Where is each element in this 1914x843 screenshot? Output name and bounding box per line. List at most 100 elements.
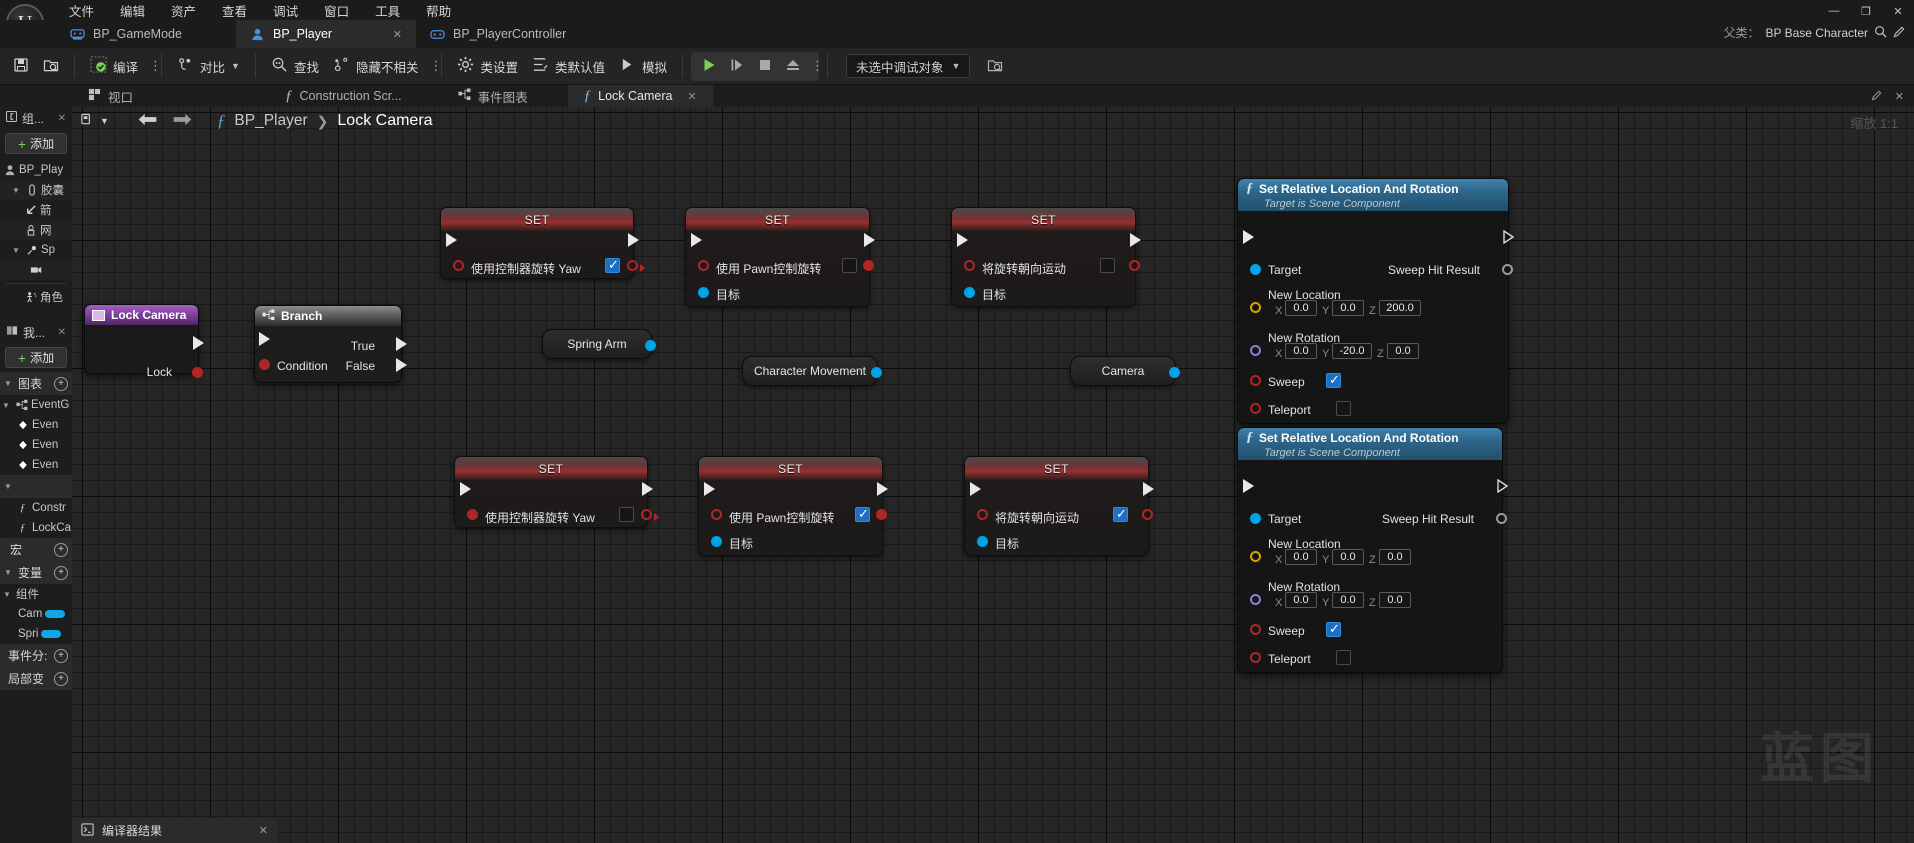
asset-tab-bp-playercontroller[interactable]: BP_PlayerController [416, 20, 596, 48]
compile-button[interactable]: 编译 [83, 53, 145, 79]
graph-item-event-1[interactable]: Even [0, 415, 72, 435]
stop-button[interactable] [751, 54, 779, 79]
pin-bool-in[interactable] [698, 260, 709, 271]
compile-options-button[interactable]: ⋮ [145, 59, 162, 73]
add-event-dispatcher-button[interactable]: + [54, 648, 68, 663]
new-rotation-z-input[interactable]: 0.0 [1379, 592, 1411, 608]
pin-component-out[interactable] [871, 367, 882, 378]
pin-exec-in[interactable] [259, 332, 270, 346]
node-set-use-controller-rotation-yaw-bottom[interactable]: SET 使用控制器旋转 Yaw [454, 456, 659, 528]
menu-item-help[interactable]: 帮助 [413, 0, 464, 22]
variable-item-camera[interactable]: Cam [0, 604, 72, 624]
doc-tab-lock-camera[interactable]: ƒ Lock Camera ✕ [567, 85, 713, 107]
new-rotation-x-input[interactable]: 0.0 [1285, 592, 1317, 608]
pin-bool-in[interactable] [977, 509, 988, 520]
node-set-use-pawn-control-rotation-top[interactable]: SET 使用 Pawn控制旋转 目标 [685, 207, 875, 307]
menu-item-window[interactable]: 窗口 [311, 0, 362, 22]
new-location-z-input[interactable]: 0.0 [1379, 549, 1411, 565]
new-rotation-x-input[interactable]: 0.0 [1285, 343, 1317, 359]
breadcrumb-parent[interactable]: BP_Player [234, 112, 307, 130]
pin-bool-in[interactable] [711, 509, 722, 520]
class-defaults-button[interactable]: 类默认值 [525, 53, 612, 79]
add-local-variable-button[interactable]: + [54, 671, 68, 686]
debug-object-select[interactable]: 未选中调试对象 ▼ [846, 54, 971, 78]
sweep-checkbox[interactable] [1326, 372, 1341, 388]
component-item-camera[interactable] [0, 260, 72, 280]
chevron-down-icon[interactable]: ▼ [100, 116, 109, 126]
forward-arrow-icon[interactable] [172, 113, 193, 129]
doc-tab-construction-script[interactable]: ƒ Construction Scr... [269, 85, 418, 107]
pin-exec-out[interactable] [877, 482, 888, 496]
pin-exec-in[interactable] [446, 233, 457, 247]
browse-content-button[interactable] [36, 54, 66, 79]
pin-exec-out[interactable] [193, 336, 204, 350]
find-button[interactable]: 查找 [264, 53, 326, 79]
pin-exec-out-true[interactable] [396, 337, 407, 351]
node-set-relative-location-and-rotation-top[interactable]: ƒ Set Relative Location And Rotation Tar… [1237, 178, 1515, 424]
node-lock-camera-entry[interactable]: Lock Camera Lock [84, 304, 204, 379]
pin-new-rotation-in[interactable] [1250, 345, 1261, 356]
new-rotation-y-input[interactable]: -20.0 [1332, 343, 1372, 359]
section-event-dispatchers[interactable]: 事件分: + [0, 644, 72, 667]
node-spring-arm-component[interactable]: Spring Arm [542, 329, 656, 359]
pin-new-location-in[interactable] [1250, 551, 1261, 562]
menu-item-view[interactable]: 查看 [209, 0, 260, 22]
graph-options-button[interactable]: ⋮ [425, 59, 442, 73]
step-button[interactable] [723, 54, 751, 79]
expand-arrow-icon[interactable]: ▼ [3, 590, 13, 599]
expand-arrow-icon[interactable]: ▼ [4, 568, 14, 577]
compiler-results-close-icon[interactable]: ✕ [259, 824, 268, 837]
class-settings-button[interactable]: 类设置 [450, 53, 525, 79]
chevron-down-icon[interactable]: ▼ [231, 61, 240, 71]
node-set-orient-rotation-to-movement-bottom[interactable]: SET 将旋转朝向运动 目标 [964, 456, 1154, 556]
new-location-y-input[interactable]: 0.0 [1332, 549, 1364, 565]
pencil-icon[interactable] [1893, 25, 1906, 41]
section-local-variables[interactable]: 局部变 + [0, 667, 72, 690]
pin-sweep-hit-result-out[interactable] [1496, 513, 1507, 524]
components-add-button[interactable]: + 添加 [5, 133, 67, 154]
new-location-x-input[interactable]: 0.0 [1285, 549, 1317, 565]
graph-item-event-2[interactable]: Even [0, 435, 72, 455]
pin-target-in[interactable] [1250, 513, 1261, 524]
save-button[interactable] [6, 54, 36, 79]
set-value-checkbox[interactable] [619, 507, 634, 522]
pin-exec-in[interactable] [704, 482, 715, 496]
pin-exec-in[interactable] [970, 482, 981, 496]
pin-exec-in[interactable] [957, 233, 968, 247]
variable-group-components[interactable]: ▼ 组件 [0, 584, 72, 604]
pin-new-rotation-in[interactable] [1250, 594, 1261, 605]
pin-bool-in[interactable] [453, 260, 464, 271]
pin-bool-out[interactable] [863, 260, 874, 271]
pin-bool-out[interactable] [641, 509, 652, 520]
doc-tab-close-icon[interactable]: ✕ [688, 90, 697, 103]
component-item-arrow[interactable]: 箭 [0, 200, 72, 220]
asset-tab-close-icon[interactable]: ✕ [393, 28, 402, 41]
function-item-lockcamera[interactable]: ƒ LockCa [0, 518, 72, 538]
expand-arrow-icon[interactable]: ▼ [4, 482, 14, 491]
pencil-icon[interactable] [1871, 89, 1883, 104]
node-camera-component[interactable]: Camera [1070, 356, 1180, 386]
panel-close-icon[interactable]: ✕ [1895, 90, 1904, 103]
teleport-checkbox[interactable] [1336, 650, 1351, 665]
section-functions[interactable]: ▼ [0, 475, 72, 498]
pin-bool-in[interactable] [964, 260, 975, 271]
doc-tab-viewport[interactable]: 视口 [72, 85, 149, 107]
compiler-results-tab[interactable]: 编译器结果 ✕ [72, 818, 277, 843]
minimize-button[interactable]: — [1818, 0, 1850, 22]
blueprint-graph-canvas[interactable]: ▼ ƒ BP_Player ❯ Lock Camera 缩放 1:1 蓝图 Lo… [72, 107, 1914, 843]
pin-target-in[interactable] [964, 287, 975, 298]
pin-sweep-hit-result-out[interactable] [1502, 264, 1513, 275]
pin-exec-in[interactable] [460, 482, 471, 496]
components-panel-close-icon[interactable]: ✕ [58, 113, 66, 124]
pin-exec-in[interactable] [1243, 230, 1254, 244]
node-branch[interactable]: Branch True Condition False [254, 305, 407, 383]
pin-teleport-in[interactable] [1250, 403, 1261, 414]
graph-item-eventgraph[interactable]: ▼ EventG [0, 395, 72, 415]
expand-arrow-icon[interactable]: ▼ [12, 246, 22, 255]
pin-new-location-in[interactable] [1250, 302, 1261, 313]
pin-target-in[interactable] [1250, 264, 1261, 275]
pin-exec-out[interactable] [642, 482, 653, 496]
set-value-checkbox[interactable] [855, 506, 870, 522]
myblueprint-add-button[interactable]: + 添加 [5, 347, 67, 368]
expand-arrow-icon[interactable]: ▼ [4, 379, 14, 388]
